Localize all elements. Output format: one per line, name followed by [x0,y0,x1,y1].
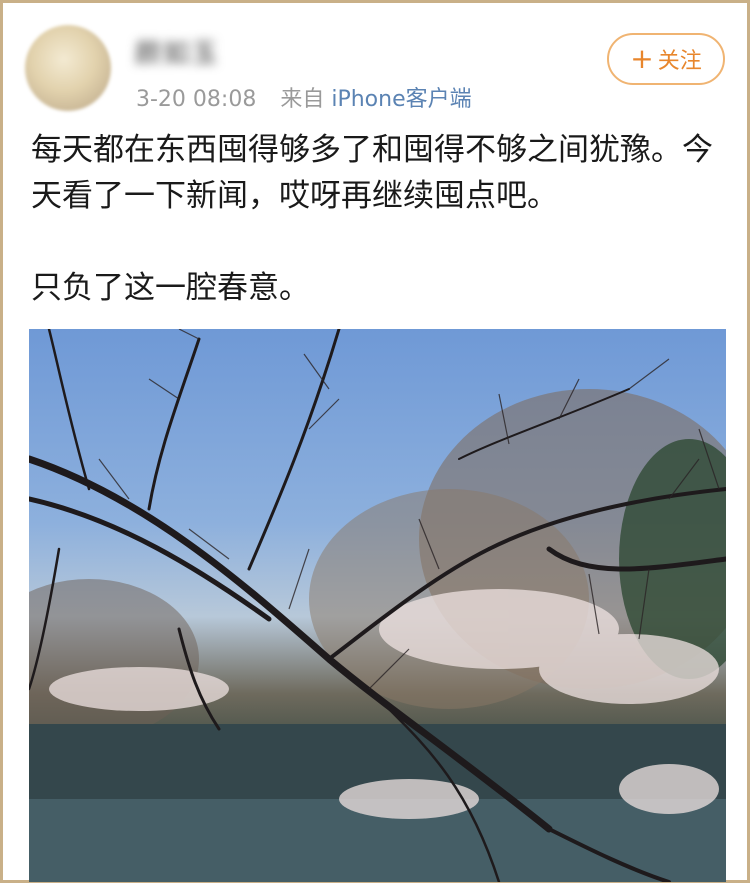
post-text-paragraph: 只负了这一腔春意。 [31,270,310,306]
source-prefix: 来自 [280,87,325,112]
follow-label: 关注 [657,49,702,74]
post-text: 每天都在东西囤得够多了和囤得不够之间犹豫。今天看了一下新闻，哎呀再继续囤点吧。 … [31,127,731,311]
post-meta: 3-20 08:08 来自 iPhone客户端 [136,81,472,113]
avatar[interactable] [25,25,111,111]
post-source[interactable]: iPhone客户端 [331,87,471,112]
follow-button[interactable]: + 关注 [607,33,725,85]
plus-icon: + [630,42,654,75]
post-timestamp: 3-20 08:08 [136,87,257,112]
weibo-post-card: 颜如玉 3-20 08:08 来自 iPhone客户端 + 关注 每天都在东西囤… [0,0,750,883]
username[interactable]: 颜如玉 [135,33,219,70]
post-text-paragraph: 每天都在东西囤得够多了和囤得不够之间犹豫。今天看了一下新闻，哎呀再继续囤点吧。 [31,132,713,214]
photo-illustration [29,329,726,882]
cherry-blossom-pond-photo[interactable] [29,329,726,882]
